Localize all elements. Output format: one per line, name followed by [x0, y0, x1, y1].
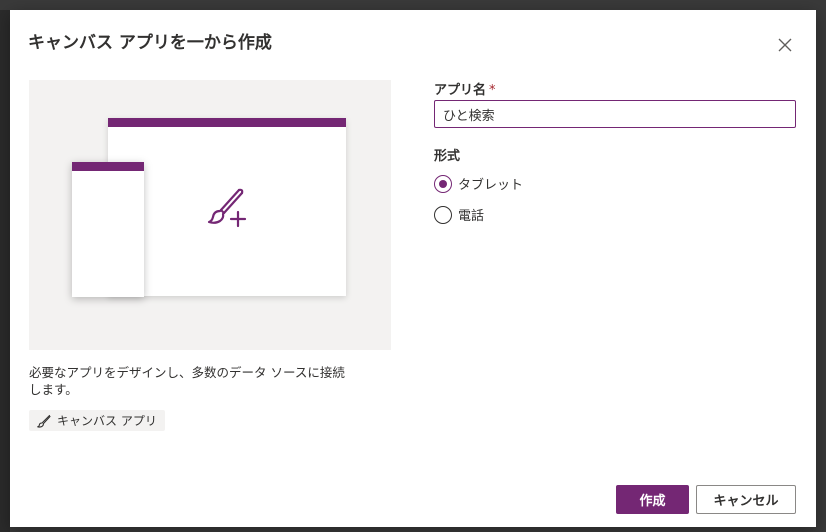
illustration-phone-bar: [72, 162, 144, 171]
close-icon: [778, 38, 792, 52]
background-strip: [0, 10, 10, 532]
format-option-phone[interactable]: 電話: [434, 205, 484, 224]
illustration-window-bar: [108, 118, 346, 127]
radio-selected-icon[interactable]: [434, 174, 452, 193]
create-canvas-app-dialog: キャンバス アプリを一から作成 必要なアプリをデザインし、多数のデータ ソースに…: [10, 10, 816, 527]
cancel-button[interactable]: キャンセル: [696, 485, 796, 514]
dialog-description: 必要なアプリをデザインし、多数のデータ ソースに接続します。: [29, 365, 345, 397]
format-option-tablet[interactable]: タブレット: [434, 174, 523, 193]
app-name-input[interactable]: [434, 100, 796, 128]
canvas-app-tag-label: キャンバス アプリ: [57, 414, 157, 428]
format-label: 形式: [434, 149, 461, 164]
format-option-tablet-label: タブレット: [458, 178, 524, 193]
close-button[interactable]: [774, 34, 796, 56]
paintbrush-icon: [37, 414, 51, 428]
required-marker: *: [489, 83, 496, 98]
format-option-phone-label: 電話: [458, 209, 485, 224]
dialog-title: キャンバス アプリを一から作成: [28, 33, 272, 53]
canvas-app-illustration: [29, 80, 391, 350]
app-name-label: アプリ名 *: [434, 79, 496, 98]
app-name-label-text: アプリ名: [434, 83, 487, 98]
radio-unselected-icon[interactable]: [434, 205, 452, 224]
paintbrush-add-icon: [207, 188, 247, 228]
illustration-phone-window: [72, 162, 144, 297]
create-button[interactable]: 作成: [616, 485, 689, 514]
canvas-app-tag: キャンバス アプリ: [29, 410, 165, 431]
